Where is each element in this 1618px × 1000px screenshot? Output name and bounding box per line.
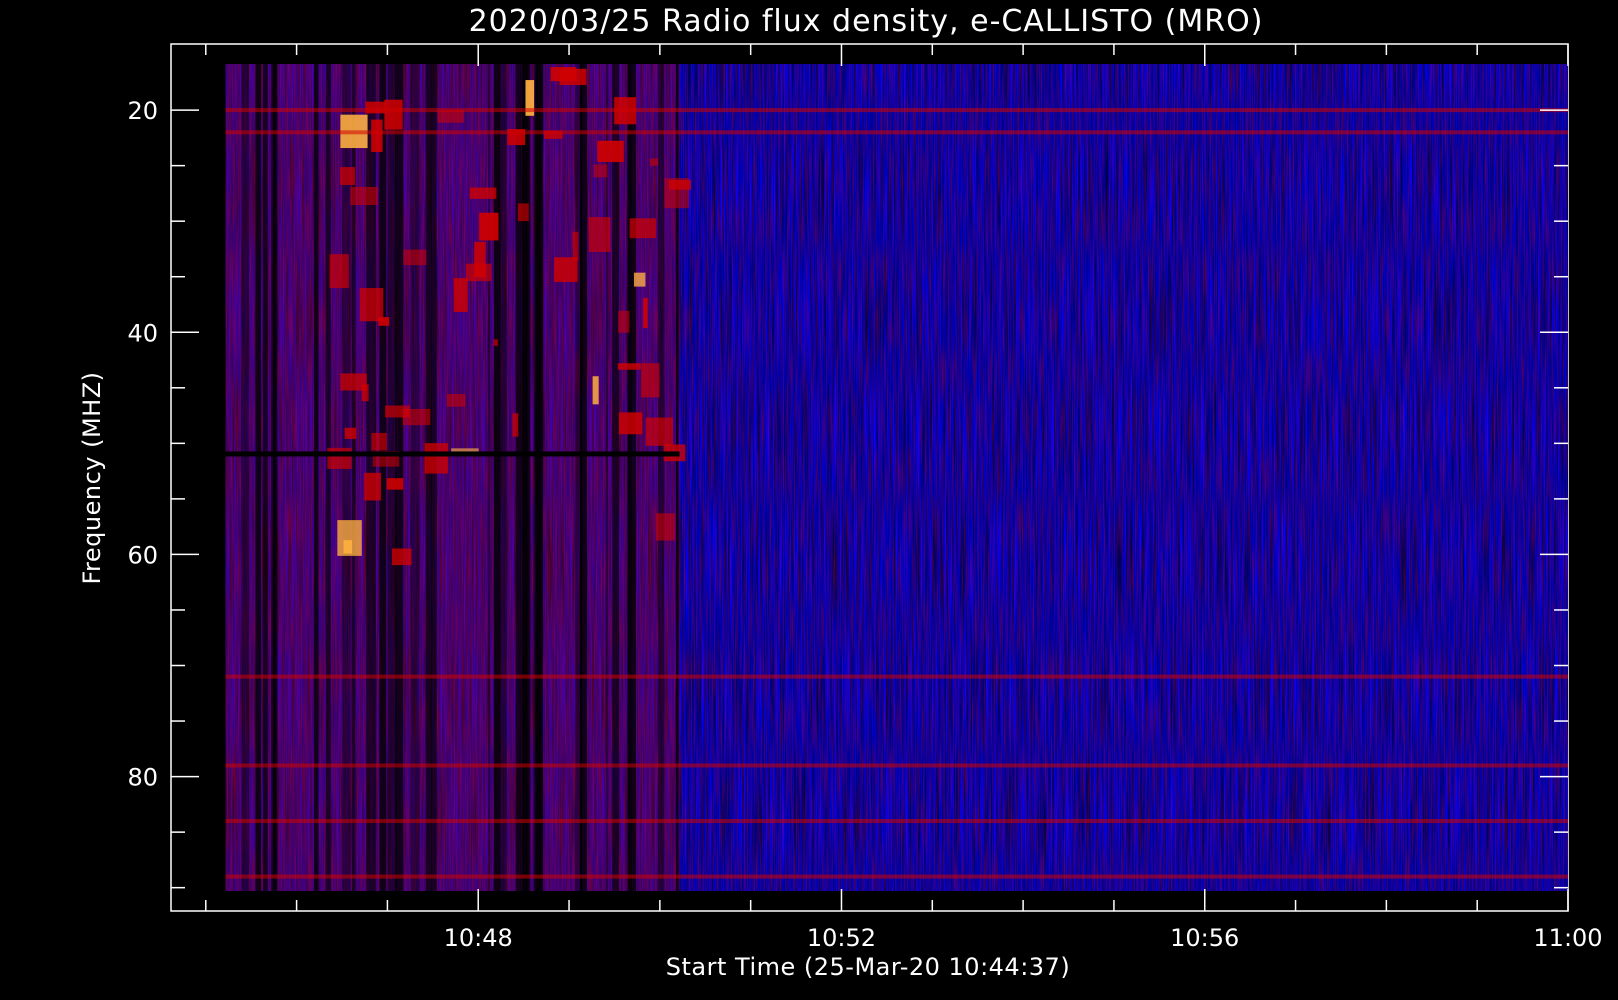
burst-red-patch (424, 443, 449, 474)
burst-red-patch (592, 376, 599, 405)
burst-red-patch (559, 68, 587, 86)
chart-title: 2020/03/25 Radio flux density, e-CALLIST… (469, 4, 1264, 39)
burst-red-patch (465, 263, 492, 282)
burst-red-patch (453, 278, 468, 312)
burst-red-patch (402, 408, 431, 426)
burst-red-patch (588, 217, 611, 252)
x-axis-label: Start Time (25-Mar-20 10:44:37) (666, 953, 1070, 981)
burst-red-patch (327, 447, 352, 469)
burst-red-patch (392, 548, 412, 566)
x-tick-label-1052: 10:52 (807, 924, 876, 952)
burst-red-patch (633, 272, 646, 287)
x-tick-label-1056: 10:56 (1170, 924, 1239, 952)
burst-red-patch (371, 119, 383, 152)
burst-red-patch (340, 373, 367, 391)
burst-red-patch (350, 186, 378, 206)
interference-band (225, 108, 1568, 113)
burst-red-patch (337, 520, 362, 556)
x-tick-label-1048: 10:48 (444, 924, 513, 952)
y-tick-label-20: 20 (127, 97, 158, 125)
burst-red-patch (329, 254, 349, 289)
burst-red-patch (512, 413, 519, 437)
burst-red-patch (643, 297, 648, 329)
x-tick-label-1100: 11:00 (1533, 924, 1602, 952)
burst-red-patch (655, 513, 676, 541)
interference-band (225, 874, 1568, 879)
burst-red-patch (641, 363, 660, 398)
spectrogram-chart: 2020/03/25 Radio flux density, e-CALLIST… (78, 4, 1603, 981)
interference-band (225, 674, 1568, 679)
burst-red-patch (469, 187, 497, 199)
burst-red-patch (344, 427, 357, 439)
burst-red-patch (384, 99, 403, 130)
burst-red-patch (479, 212, 499, 241)
burst-red-patch (371, 432, 387, 451)
burst-red-patch (554, 257, 578, 282)
burst-red-patch (403, 249, 427, 266)
burst-red-patch (618, 412, 643, 435)
burst-red-patch (359, 288, 384, 322)
burst-red-patch (493, 339, 498, 346)
y-tick-label-80: 80 (127, 764, 158, 792)
burst-red-patch (618, 310, 630, 333)
burst-red-patch (664, 178, 690, 209)
burst-red-patch (617, 363, 641, 370)
dark-horizontal-band (225, 451, 680, 457)
y-axis-label: Frequency (MHZ) (78, 371, 106, 584)
interference-band (225, 819, 1568, 824)
burst-red-patch (645, 417, 673, 446)
burst-red-patch (364, 472, 381, 501)
burst-red-patch (629, 218, 657, 239)
burst-red-patch (446, 393, 466, 407)
burst-red-patch (386, 478, 404, 490)
burst-red-patch (597, 140, 624, 163)
burst-red-patch (517, 203, 529, 222)
burst-red-patch (593, 164, 608, 178)
burst-red-patch (340, 167, 356, 186)
spectrogram-heatmap (225, 64, 1568, 891)
interference-band (225, 763, 1568, 768)
burst-red-patch (649, 158, 659, 166)
burst-red-patch (572, 231, 579, 261)
y-tick-label-40: 40 (127, 319, 158, 347)
y-tick-label-60: 60 (127, 541, 158, 569)
interference-band (225, 130, 1568, 135)
